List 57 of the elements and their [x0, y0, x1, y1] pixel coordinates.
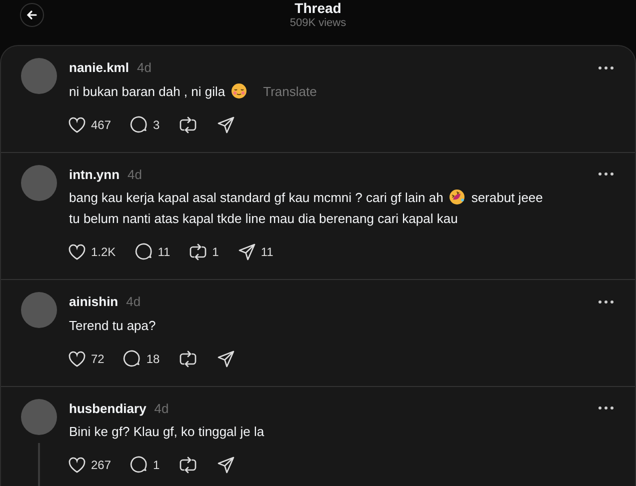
repost-icon	[178, 348, 198, 368]
repost-button[interactable]	[178, 348, 198, 368]
share-button[interactable]	[216, 348, 236, 368]
username[interactable]: husbendiary	[69, 398, 146, 418]
heart-icon	[67, 348, 87, 368]
paper-plane-icon	[236, 242, 257, 262]
comment-bubble-icon	[129, 455, 150, 475]
avatar[interactable]	[21, 292, 57, 328]
comment-bubble-icon	[122, 348, 142, 368]
avatar[interactable]	[21, 398, 57, 434]
like-button[interactable]: 267	[67, 455, 112, 475]
repost-button[interactable]: 1	[188, 242, 219, 262]
heart-icon	[67, 114, 87, 134]
share-button[interactable]	[216, 114, 236, 134]
repost-button[interactable]	[178, 455, 198, 475]
repost-icon	[178, 455, 198, 475]
translate-link[interactable]: Translate	[263, 84, 317, 98]
username[interactable]: nanie.kml	[69, 58, 129, 78]
back-button[interactable]	[20, 3, 44, 27]
share-button[interactable]	[216, 455, 236, 475]
like-button[interactable]: 72	[67, 348, 104, 368]
timestamp: 4d	[126, 293, 141, 311]
like-button[interactable]: 1.2K	[67, 242, 116, 262]
reply-button[interactable]: 18	[122, 348, 160, 368]
avatar[interactable]	[21, 58, 57, 94]
like-button[interactable]: 467	[67, 114, 112, 134]
repost-button[interactable]	[178, 114, 198, 134]
comment-bubble-icon	[129, 114, 150, 134]
paper-plane-icon	[216, 455, 236, 475]
relieved-face-icon	[231, 82, 248, 98]
share-button[interactable]: 11	[236, 242, 274, 262]
view-count: 509K views	[290, 16, 346, 30]
timestamp: 4d	[128, 166, 142, 184]
reply-button[interactable]: 1	[129, 455, 160, 475]
page-title: Thread	[294, 0, 342, 16]
repost-icon	[178, 114, 198, 134]
comment-text: bang kau kerja kapal asal standard gf kau mcmni ? cari gf lain ah	[69, 190, 444, 205]
comment-text: ni bukan baran dah , ni gila	[69, 84, 226, 98]
reply-button[interactable]: 3	[129, 114, 160, 134]
repost-icon	[188, 242, 208, 262]
timestamp: 4d	[154, 400, 169, 418]
username[interactable]: ainishin	[69, 292, 118, 312]
heart-icon	[67, 455, 87, 475]
laughing-face-icon	[449, 189, 466, 205]
comment-bubble-icon	[134, 242, 154, 262]
avatar[interactable]	[21, 164, 57, 200]
timestamp: 4d	[136, 59, 152, 77]
back-arrow-icon	[26, 9, 38, 21]
comment-text: tu belum nanti atas kapal tkde line mau dia berenang cari kapal kau	[69, 211, 458, 226]
comment-text: Bini ke gf? Klau gf, ko tinggal je la	[69, 424, 264, 439]
reply-button[interactable]: 11	[134, 242, 170, 262]
paper-plane-icon	[216, 114, 236, 134]
comment-text: serabut jeee	[471, 190, 543, 205]
username[interactable]: intn.ynn	[69, 164, 120, 184]
paper-plane-icon	[216, 348, 236, 368]
comment-text: Terend tu apa?	[69, 318, 156, 332]
heart-icon	[67, 242, 87, 262]
